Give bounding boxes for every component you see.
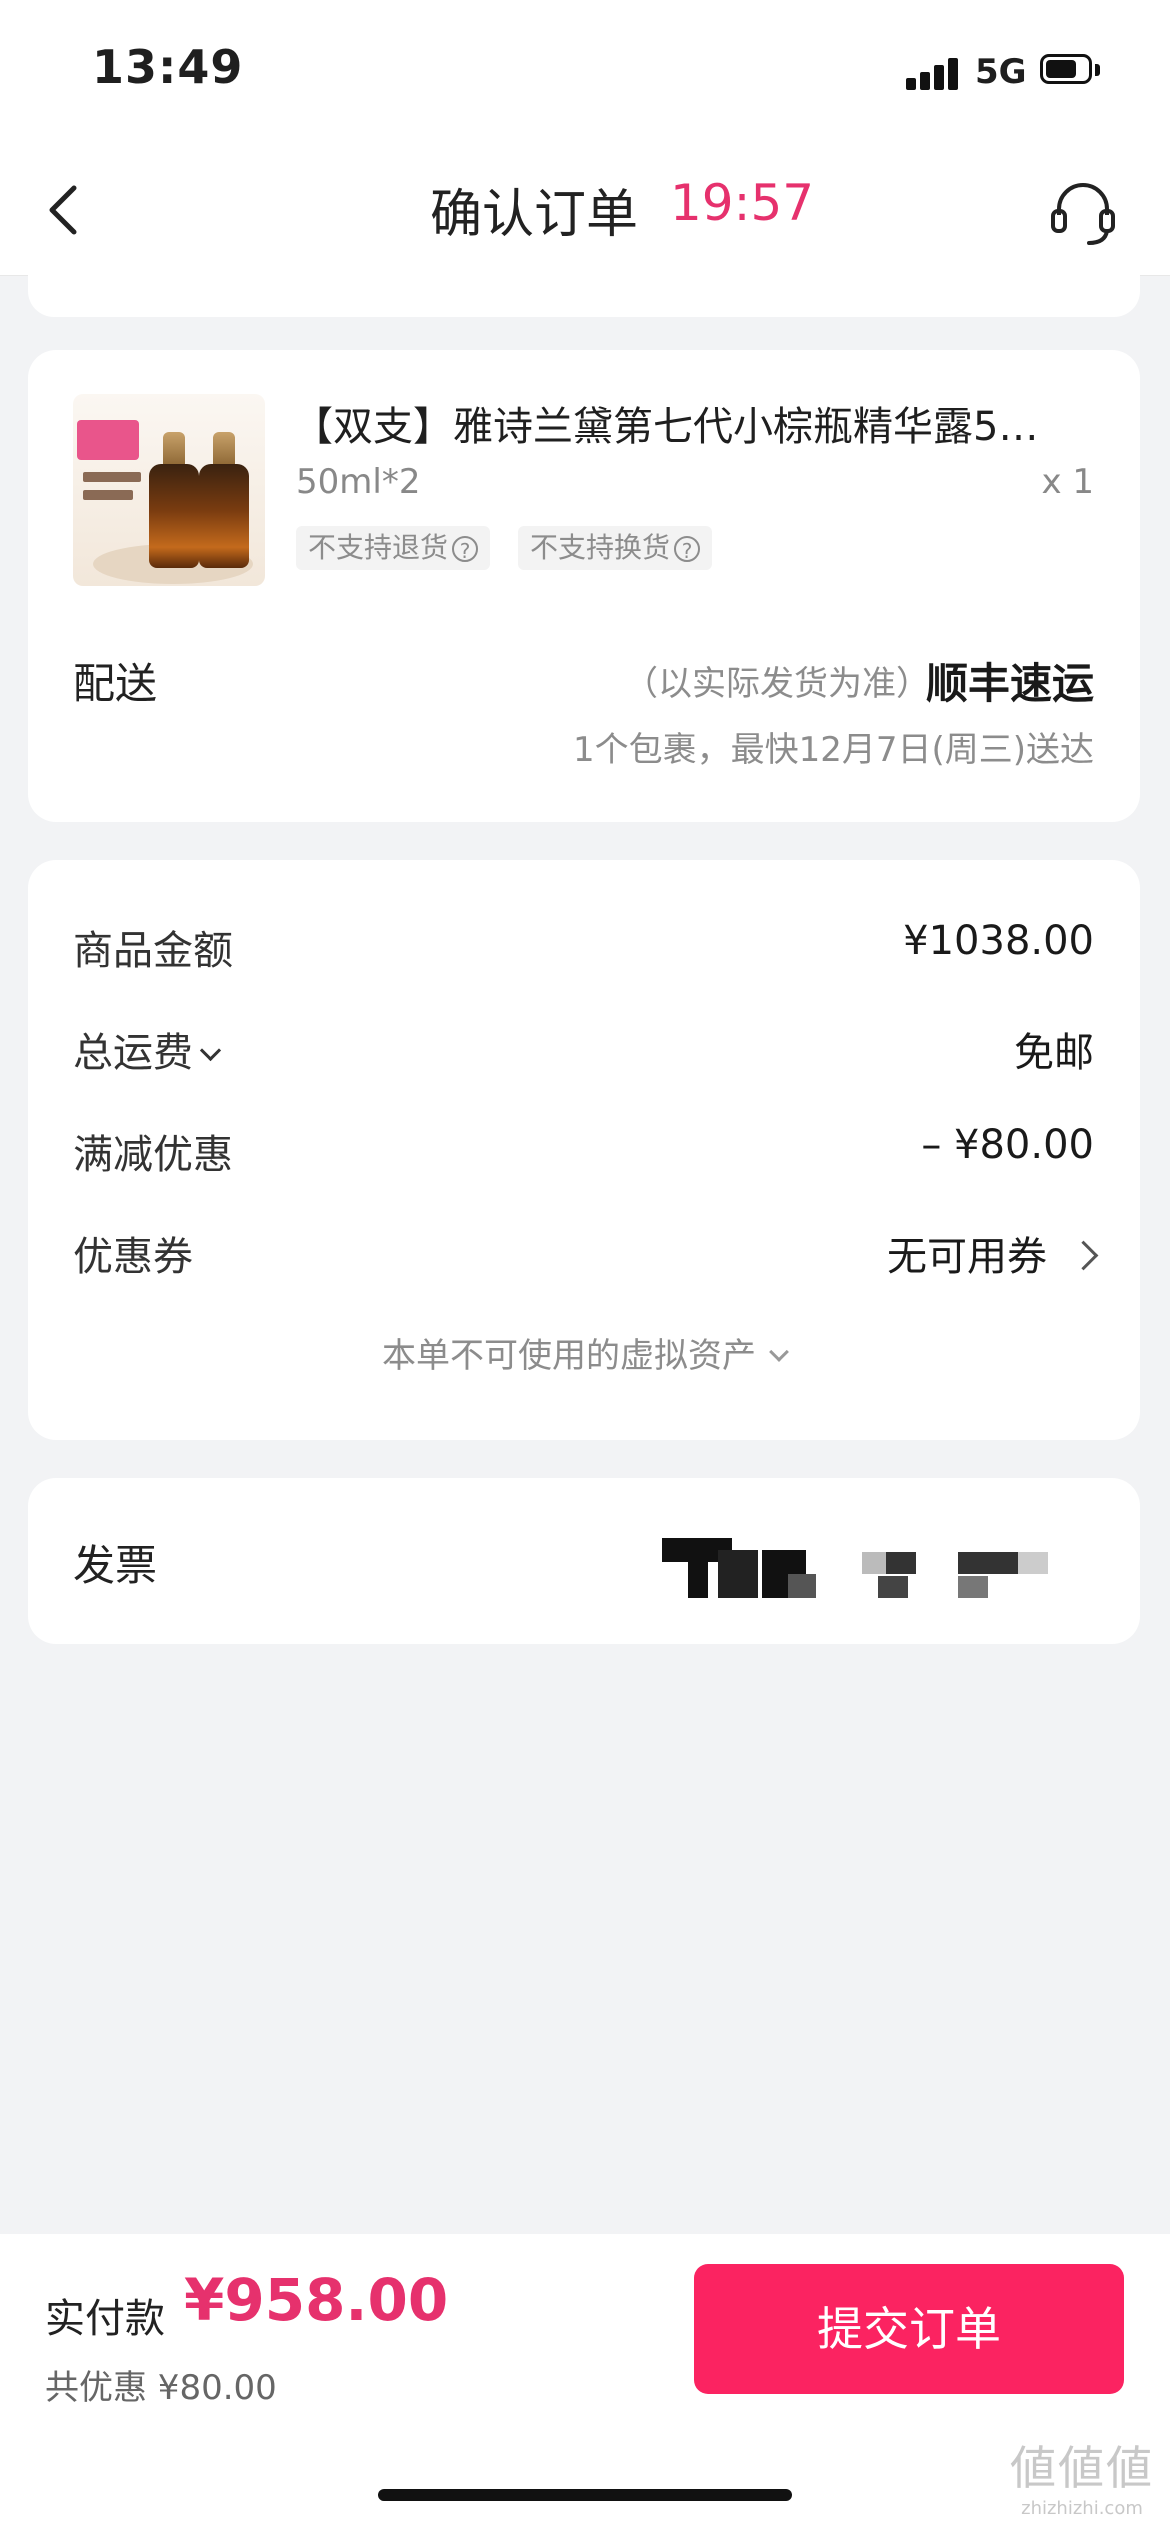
nav-bar: 确认订单 19:57	[0, 150, 1170, 276]
battery-icon	[1040, 54, 1102, 88]
countdown-timer: 19:57	[670, 174, 815, 232]
submit-order-button[interactable]: 提交订单	[694, 2264, 1124, 2394]
signal-icon	[906, 56, 960, 90]
product-title[interactable]: 【双支】雅诗兰黛第七代小棕瓶精华露5…	[293, 394, 1093, 452]
no-return-badge[interactable]: 不支持退货?	[296, 526, 491, 570]
chevron-down-icon	[199, 1039, 222, 1062]
watermark-glyphs: 値値値	[1010, 2441, 1154, 2495]
no-return-label: 不支持退货	[308, 531, 449, 564]
price-summary-card: 商品金额 ¥1038.00 总运费 免邮 满减优惠 – ¥80.00 优惠券 无…	[28, 860, 1140, 1440]
pay-label: 实付款	[45, 2296, 165, 2342]
product-spec: 50ml*2	[296, 462, 421, 502]
chevron-down-icon	[769, 1342, 789, 1362]
home-indicator[interactable]	[378, 2489, 792, 2501]
help-icon: ?	[674, 536, 701, 563]
product-card: 【双支】雅诗兰黛第七代小棕瓶精华露5… 50ml*2 x 1 不支持退货? 不支…	[28, 350, 1140, 822]
status-bar: 13:49 5G	[0, 0, 1170, 150]
virtual-assets-label: 本单不可使用的虚拟资产	[382, 1336, 756, 1376]
pay-amount: ¥958.00	[184, 2266, 449, 2334]
product-thumbnail[interactable]	[73, 394, 265, 586]
product-quantity: x 1	[1041, 462, 1094, 502]
goods-amount-value: ¥1038.00	[903, 918, 1094, 964]
virtual-assets-toggle[interactable]: 本单不可使用的虚拟资产	[28, 1328, 1140, 1377]
coupon-label: 优惠券	[73, 1234, 193, 1280]
discount-value: – ¥80.00	[921, 1122, 1094, 1168]
shipping-fee-value: 免邮	[1014, 1030, 1094, 1076]
shipping-fee-label: 总运费	[73, 1030, 193, 1076]
total-savings: 共优惠 ¥80.00	[45, 2368, 277, 2408]
status-time: 13:49	[92, 40, 244, 94]
watermark-logo: 値値値 zhizhizhi.com	[1010, 2432, 1154, 2519]
shipping-fee-toggle[interactable]: 总运费	[73, 1020, 222, 1078]
shipping-eta: 1个包裹，最快12月7日(周三)送达	[572, 730, 1094, 770]
discount-label: 满减优惠	[73, 1132, 233, 1178]
coupon-selector[interactable]: 无可用券	[887, 1224, 1099, 1282]
chevron-right-icon	[1068, 1240, 1099, 1271]
page-title: 确认订单	[430, 185, 639, 245]
shipping-note: （以实际发货为准）	[624, 664, 930, 704]
customer-service-icon[interactable]	[1045, 175, 1121, 251]
shipping-label: 配送	[73, 659, 158, 708]
address-card-bottom	[28, 275, 1140, 317]
coupon-value: 无可用券	[887, 1234, 1047, 1280]
checkout-bar: 实付款 ¥958.00 共优惠 ¥80.00 提交订单 値値値 zhizhizh…	[0, 2234, 1170, 2532]
shipping-carrier[interactable]: 顺丰速运	[926, 650, 1094, 711]
network-label: 5G	[975, 52, 1027, 92]
invoice-card[interactable]: 发票	[28, 1478, 1140, 1644]
back-icon[interactable]	[36, 180, 96, 240]
goods-amount-label: 商品金额	[73, 928, 233, 974]
watermark-domain: zhizhizhi.com	[1021, 2498, 1143, 2519]
no-exchange-label: 不支持换货	[530, 531, 671, 564]
invoice-label: 发票	[73, 1541, 158, 1590]
help-icon: ?	[452, 536, 479, 563]
no-exchange-badge[interactable]: 不支持换货?	[518, 526, 713, 570]
